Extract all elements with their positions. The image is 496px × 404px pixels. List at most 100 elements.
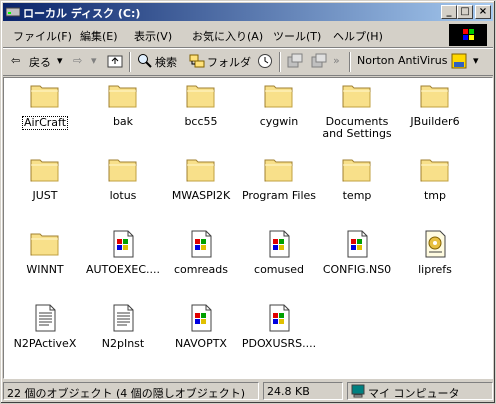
settings-file-icon: [396, 228, 474, 260]
windows-file-icon: [240, 228, 318, 260]
file-item[interactable]: WINNT: [6, 228, 84, 276]
file-item-label: tmp: [423, 189, 446, 202]
file-item[interactable]: bak: [84, 80, 162, 128]
toolbar-separator: [279, 52, 281, 72]
folder-icon: [162, 154, 240, 186]
file-item-label: Program Files: [241, 189, 317, 202]
menu-favorites[interactable]: お気に入り(A): [192, 28, 263, 44]
history-icon[interactable]: [257, 53, 273, 69]
menu-view[interactable]: 表示(V): [134, 28, 172, 44]
title-bar[interactable]: ローカル ディスク (C:) _ □ ×: [3, 3, 493, 21]
toolbar: ⇦ 戻る ▾ ⇨ ▾ 検索 フォルダ » Norton AntiVirus ▾: [3, 48, 493, 76]
windows-file-icon: [240, 302, 318, 334]
close-button[interactable]: ×: [475, 5, 491, 19]
copy-to-icon[interactable]: [311, 53, 327, 69]
toolbar-separator: [349, 52, 351, 72]
folder-icon: [84, 80, 162, 112]
explorer-window: ローカル ディスク (C:) _ □ × ファイル(F) 編集(E) 表示(V)…: [0, 0, 496, 404]
my-computer-icon: [351, 384, 365, 398]
file-item[interactable]: N2PActiveX: [6, 302, 84, 350]
menu-bar: ファイル(F) 編集(E) 表示(V) お気に入り(A) ツール(T) ヘルプ(…: [3, 23, 493, 48]
file-item-label: lotus: [109, 189, 137, 202]
file-item-label: N2PActiveX: [13, 337, 77, 350]
back-arrow-icon[interactable]: ⇦: [11, 54, 20, 67]
file-item-label: bak: [112, 115, 134, 128]
forward-arrow-icon[interactable]: ⇨: [73, 54, 82, 67]
menu-help[interactable]: ヘルプ(H): [333, 28, 383, 44]
file-item[interactable]: temp: [318, 154, 396, 202]
file-item-label: PDOXUSRS....: [241, 337, 317, 350]
menu-file[interactable]: ファイル(F): [13, 28, 72, 44]
folder-icon: [84, 154, 162, 186]
file-list-view[interactable]: AirCraft bak bcc55 cygwin Documents and Sett…: [3, 77, 493, 379]
file-item[interactable]: tmp: [396, 154, 474, 202]
folders-icon[interactable]: [189, 53, 205, 69]
folder-icon: [240, 154, 318, 186]
more-chevron-icon[interactable]: »: [333, 54, 340, 67]
status-location-text: マイ コンピュータ: [368, 387, 460, 400]
file-item[interactable]: cygwin: [240, 80, 318, 128]
window-title: ローカル ディスク (C:): [23, 7, 141, 20]
file-item[interactable]: NAVOPTX: [162, 302, 240, 350]
file-item-label: Documents and Settings: [322, 115, 392, 140]
maximize-button[interactable]: □: [457, 5, 473, 19]
folder-icon: [6, 228, 84, 260]
status-bar: 22 個のオブジェクト (4 個の隠しオブジェクト) 24.8 KB マイ コン…: [3, 381, 493, 401]
file-item[interactable]: AirCraft: [6, 80, 84, 130]
file-item-label: JBuilder6: [410, 115, 460, 128]
file-item-label: comreads: [174, 263, 228, 276]
file-item[interactable]: Program Files: [240, 154, 318, 202]
toolbar-separator: [129, 52, 131, 72]
text-file-icon: [6, 302, 84, 334]
back-dropdown-icon[interactable]: ▾: [57, 54, 63, 67]
file-item-label: MWASPI2K: [171, 189, 231, 202]
folder-icon: [318, 154, 396, 186]
file-item-label: liprefs: [418, 263, 452, 276]
file-item[interactable]: AUTOEXEC....: [84, 228, 162, 276]
folders-button[interactable]: フォルダ: [207, 54, 251, 70]
file-item[interactable]: JBuilder6: [396, 80, 474, 128]
file-item-label: CONFIG.NS0: [322, 263, 392, 276]
norton-antivirus-button[interactable]: Norton AntiVirus: [357, 54, 447, 67]
file-item[interactable]: comreads: [162, 228, 240, 276]
windows-file-icon: [84, 228, 162, 260]
file-item-label: comused: [254, 263, 304, 276]
file-item[interactable]: JUST: [6, 154, 84, 202]
file-item[interactable]: N2pInst: [84, 302, 162, 350]
file-item[interactable]: PDOXUSRS....: [240, 302, 318, 350]
search-icon[interactable]: [137, 53, 153, 69]
up-folder-icon[interactable]: [107, 53, 123, 69]
file-item-label: JUST: [32, 189, 58, 202]
folder-icon: [396, 80, 474, 112]
norton-dropdown-icon[interactable]: ▾: [473, 54, 479, 67]
folder-icon: [6, 154, 84, 186]
folder-icon: [396, 154, 474, 186]
windows-logo-icon: [449, 24, 487, 46]
file-item[interactable]: Documents and Settings: [318, 80, 396, 140]
file-item[interactable]: bcc55: [162, 80, 240, 128]
minimize-button[interactable]: _: [441, 5, 457, 19]
file-item-label: bcc55: [184, 115, 218, 128]
file-item-label: N2pInst: [101, 337, 145, 350]
file-item-label: WINNT: [26, 263, 64, 276]
menu-edit[interactable]: 編集(E): [80, 28, 118, 44]
file-item[interactable]: lotus: [84, 154, 162, 202]
search-button[interactable]: 検索: [155, 54, 177, 70]
status-location: マイ コンピュータ: [347, 382, 493, 400]
back-button[interactable]: 戻る: [29, 54, 51, 70]
file-item-label: temp: [342, 189, 372, 202]
folder-icon: [240, 80, 318, 112]
file-item[interactable]: liprefs: [396, 228, 474, 276]
windows-file-icon: [162, 228, 240, 260]
folder-icon: [162, 80, 240, 112]
file-item[interactable]: comused: [240, 228, 318, 276]
forward-dropdown-icon[interactable]: ▾: [91, 54, 97, 67]
move-to-icon[interactable]: [287, 53, 303, 69]
menu-tools[interactable]: ツール(T): [273, 28, 321, 44]
norton-icon[interactable]: [451, 53, 467, 69]
file-item-label: AirCraft: [21, 116, 69, 130]
file-item[interactable]: CONFIG.NS0: [318, 228, 396, 276]
status-object-count: 22 個のオブジェクト (4 個の隠しオブジェクト): [3, 382, 259, 400]
file-item[interactable]: MWASPI2K: [162, 154, 240, 202]
folder-icon: [6, 80, 84, 112]
